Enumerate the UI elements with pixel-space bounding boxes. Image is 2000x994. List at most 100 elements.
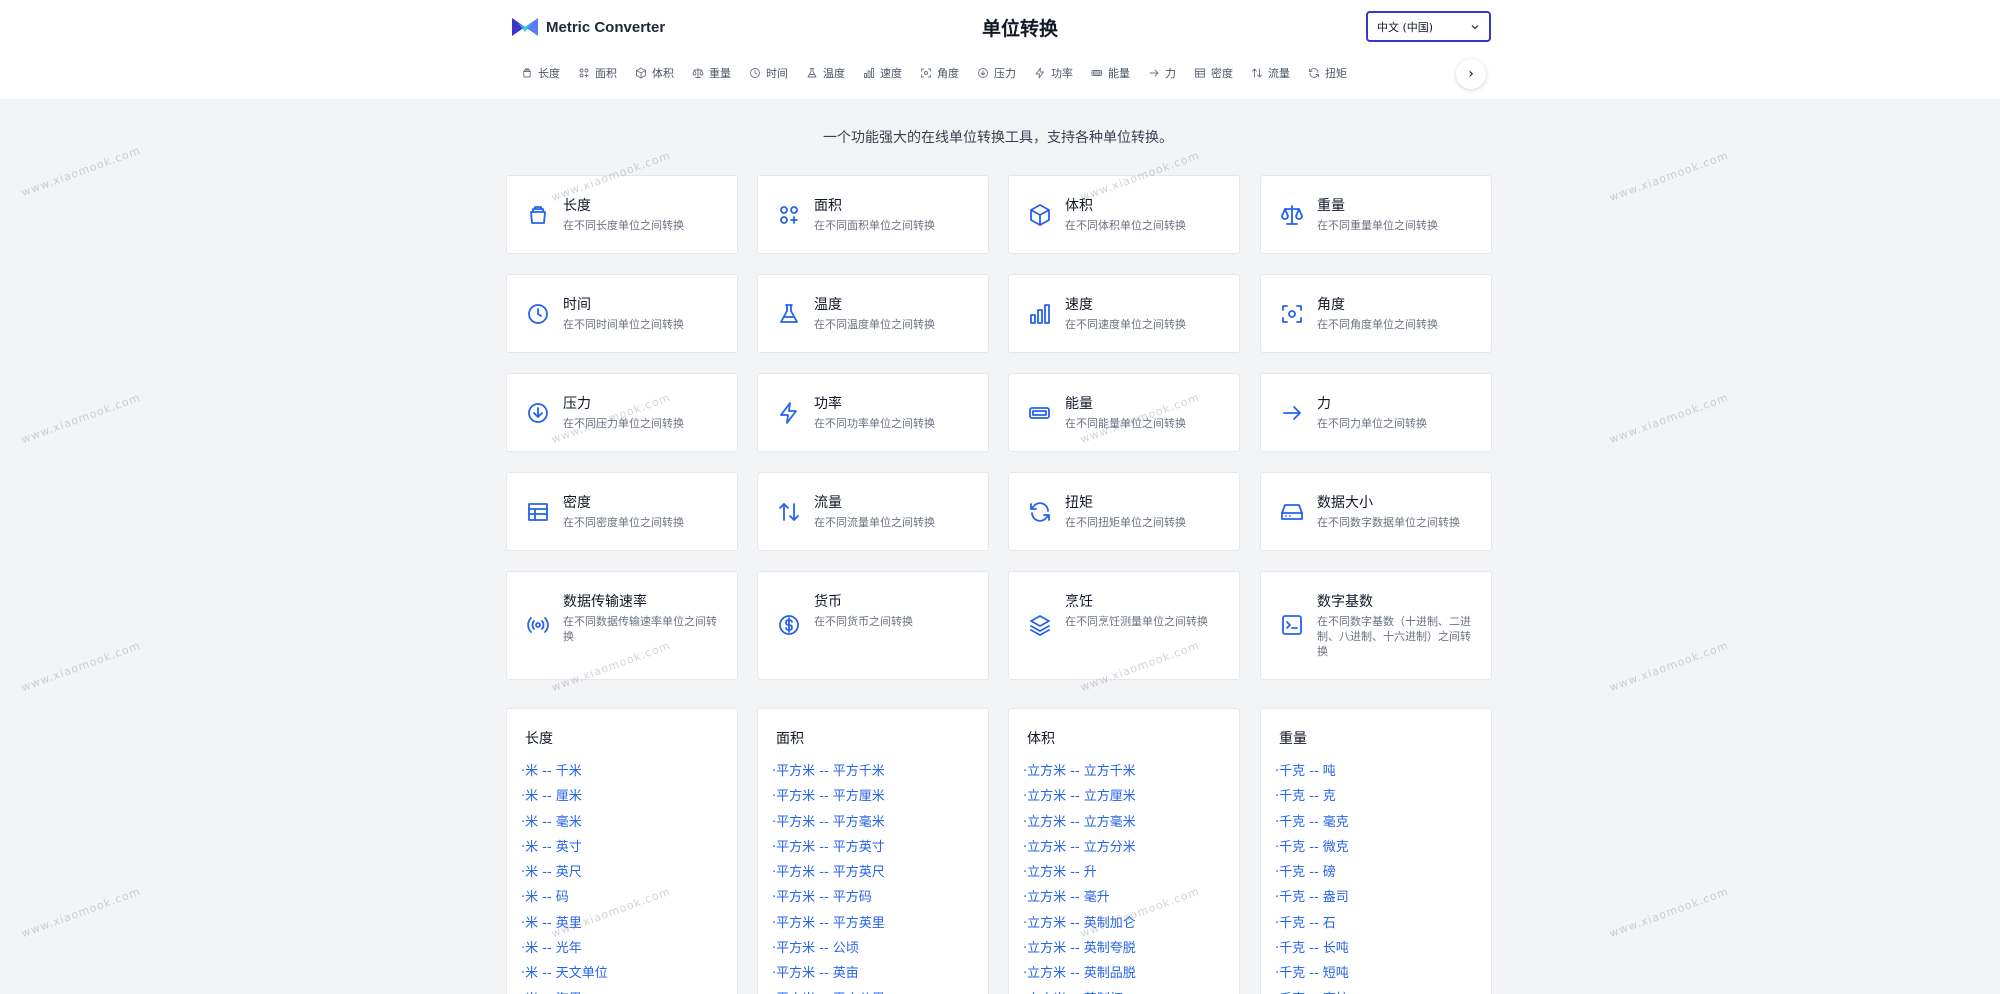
category-description: 在不同温度单位之间转换 — [814, 318, 935, 331]
conversion-link[interactable]: ·立方米 -- 毫升 — [1023, 886, 1136, 911]
tab-9[interactable]: 功率 — [1025, 60, 1082, 86]
conversion-link[interactable]: ·平方米 -- 平方英里 — [772, 912, 885, 937]
conversion-link[interactable]: ·平方米 -- 平方英尺 — [772, 861, 885, 886]
tab-7[interactable]: 角度 — [911, 60, 968, 86]
conversion-link[interactable]: ·千克 -- 克拉 — [1275, 988, 1349, 994]
category-card[interactable]: 时间在不同时间单位之间转换 — [506, 274, 738, 353]
tab-4[interactable]: 时间 — [740, 60, 797, 86]
brand[interactable]: Metric Converter — [512, 16, 665, 38]
category-description: 在不同体积单位之间转换 — [1065, 219, 1186, 232]
category-card[interactable]: 货币 在不同货币之间转换 — [757, 571, 989, 680]
category-card[interactable]: 流量 在不同流量单位之间转换 — [757, 472, 989, 551]
category-title: 数据大小 — [1317, 495, 1373, 511]
conversion-link[interactable]: ·千克 -- 克 — [1275, 785, 1349, 810]
category-card[interactable]: 温度 在不同温度单位之间转换 — [757, 274, 989, 353]
dollar-icon — [777, 613, 801, 637]
category-title: 时间 — [563, 297, 591, 313]
category-title: 数据传输速率 — [563, 594, 647, 610]
conversion-link[interactable]: ·平方米 -- 平方千米 — [772, 760, 885, 785]
hard-drive-icon — [1280, 500, 1304, 524]
category-title: 密度 — [563, 495, 591, 511]
category-card[interactable]: 数据大小 在不同数字数据单位之间转换 — [1260, 472, 1492, 551]
tab-5[interactable]: 温度 — [797, 60, 854, 86]
conversion-link[interactable]: ·立方米 -- 立方分米 — [1023, 836, 1136, 861]
conversion-link[interactable]: ·千克 -- 长吨 — [1275, 937, 1349, 962]
conversion-link[interactable]: ·立方米 -- 立方厘米 — [1023, 785, 1136, 810]
conversion-link[interactable]: ·立方米 -- 英制杯 — [1023, 988, 1136, 994]
category-card[interactable]: 角度 在不同角度单位之间转换 — [1260, 274, 1492, 353]
category-card[interactable]: 密度 在不同密度单位之间转换 — [506, 472, 738, 551]
conversion-link[interactable]: ·立方米 -- 英制夸脱 — [1023, 937, 1136, 962]
language-value: 中文 (中国) — [1377, 20, 1434, 34]
category-card[interactable]: 长度 在不同长度单位之间转换 — [506, 175, 738, 254]
conversion-link[interactable]: ·米 -- 码 — [521, 886, 608, 911]
tab-13[interactable]: 流量 — [1242, 60, 1299, 86]
conversion-link[interactable]: ·千克 -- 磅 — [1275, 861, 1349, 886]
conversion-link[interactable]: ·千克 -- 吨 — [1275, 760, 1349, 785]
category-card[interactable]: 扭矩 在不同扭矩单位之间转换 — [1008, 472, 1240, 551]
watermark: www.xiaomook.com — [1607, 148, 1731, 205]
conversion-link[interactable]: ·立方米 -- 立方毫米 — [1023, 811, 1136, 836]
conversion-link[interactable]: ·平方米 -- 平方英寸 — [772, 836, 885, 861]
category-description: 在不同时间单位之间转换 — [563, 318, 684, 331]
conversion-link[interactable]: ·平方米 -- 平方码 — [772, 886, 885, 911]
conversion-link[interactable]: ·千克 -- 微克 — [1275, 836, 1349, 861]
conversion-link[interactable]: ·平方米 -- 平方公里 — [772, 988, 885, 994]
tab-0[interactable]: 长度 — [512, 60, 569, 86]
conversion-link[interactable]: ·米 -- 光年 — [521, 937, 608, 962]
conversion-link[interactable]: ·米 -- 天文单位 — [521, 962, 608, 987]
tab-2[interactable]: 体积 — [626, 60, 683, 86]
ruler-icon — [521, 67, 533, 79]
conversion-link[interactable]: ·米 -- 英尺 — [521, 861, 608, 886]
category-card[interactable]: 重量 在不同重量单位之间转换 — [1260, 175, 1492, 254]
conversion-link[interactable]: ·立方米 -- 升 — [1023, 861, 1136, 886]
conversion-link[interactable]: ·米 -- 海里 — [521, 988, 608, 994]
category-card[interactable]: 数字基数 在不同数字基数（十进制、二进制、八进制、十六进制）之间转换 — [1260, 571, 1492, 680]
arrow-down-circle-icon — [526, 401, 550, 425]
conversion-link[interactable]: ·立方米 -- 立方千米 — [1023, 760, 1136, 785]
category-card[interactable]: 速度 在不同速度单位之间转换 — [1008, 274, 1240, 353]
category-card[interactable]: 功率 在不同功率单位之间转换 — [757, 373, 989, 452]
language-select[interactable]: 中文 (中国) — [1366, 11, 1491, 42]
category-card[interactable]: 烹饪 在不同烹饪测量单位之间转换 — [1008, 571, 1240, 680]
conversion-link[interactable]: ·米 -- 厘米 — [521, 785, 608, 810]
tab-3[interactable]: 重量 — [683, 60, 740, 86]
category-description: 在不同货币之间转换 — [814, 615, 913, 628]
conversion-link[interactable]: ·平方米 -- 公顷 — [772, 937, 885, 962]
category-description: 在不同扭矩单位之间转换 — [1065, 516, 1186, 529]
conversion-link[interactable]: ·平方米 -- 平方厘米 — [772, 785, 885, 810]
bar-chart-icon — [863, 67, 875, 79]
tabs-next-button[interactable]: › — [1456, 59, 1486, 89]
conversion-link[interactable]: ·立方米 -- 英制品脱 — [1023, 962, 1136, 987]
tab-8[interactable]: 压力 — [968, 60, 1025, 86]
conversion-link[interactable]: ·米 -- 千米 — [521, 760, 608, 785]
tab-10[interactable]: 能量 — [1082, 60, 1139, 86]
scale-icon — [1280, 203, 1304, 227]
conversion-link[interactable]: ·千克 -- 盎司 — [1275, 886, 1349, 911]
tab-11[interactable]: 力 — [1139, 60, 1185, 86]
tab-label: 体积 — [652, 67, 674, 80]
category-description: 在不同烹饪测量单位之间转换 — [1065, 615, 1208, 628]
category-card[interactable]: 面积 在不同面积单位之间转换 — [757, 175, 989, 254]
conversion-link[interactable]: ·平方米 -- 英亩 — [772, 962, 885, 987]
category-card[interactable]: 能量 在不同能量单位之间转换 — [1008, 373, 1240, 452]
conversion-link[interactable]: ·米 -- 毫米 — [521, 811, 608, 836]
category-card[interactable]: 力在不同力单位之间转换 — [1260, 373, 1492, 452]
conversion-list-card: 重量 ·千克 -- 吨 ·千克 -- 克 ·千克 -- 毫克 ·千克 -- 微克 ·千克 … — [1260, 708, 1492, 994]
conversion-list-card: 体积 ·立方米 -- 立方千米 ·立方米 -- 立方厘米 ·立方米 -- 立方毫米 ·立… — [1008, 708, 1240, 994]
category-title: 力 — [1317, 396, 1331, 412]
tab-6[interactable]: 速度 — [854, 60, 911, 86]
watermark: www.xiaomook.com — [1607, 390, 1731, 447]
tab-label: 时间 — [766, 67, 788, 80]
tab-14[interactable]: 扭矩 — [1299, 60, 1356, 86]
watermark: www.xiaomook.com — [1607, 638, 1731, 695]
conversion-link[interactable]: ·平方米 -- 平方毫米 — [772, 811, 885, 836]
tab-12[interactable]: 密度 — [1185, 60, 1242, 86]
table-icon — [526, 500, 550, 524]
refresh-icon — [1028, 500, 1052, 524]
conversion-link[interactable]: ·米 -- 英寸 — [521, 836, 608, 861]
tab-1[interactable]: 面积 — [569, 60, 626, 86]
conversion-link[interactable]: ·千克 -- 毫克 — [1275, 811, 1349, 836]
conversion-link[interactable]: ·千克 -- 短吨 — [1275, 962, 1349, 987]
conversion-link[interactable]: ·千克 -- 石 — [1275, 912, 1349, 937]
